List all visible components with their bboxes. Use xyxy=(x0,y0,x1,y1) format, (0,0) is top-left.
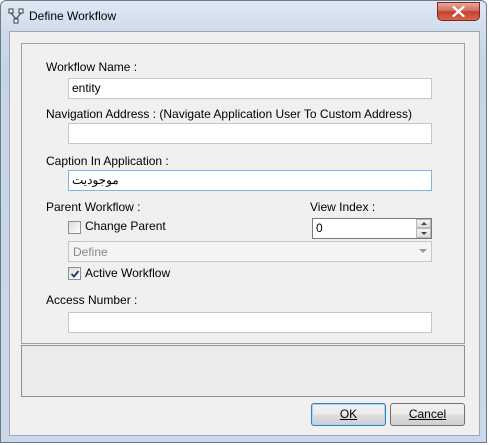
navigation-address-label: Navigation Address : (Navigate Applicati… xyxy=(46,107,412,121)
view-index-spinner[interactable]: 0 xyxy=(312,218,432,239)
change-parent-label[interactable]: Change Parent xyxy=(85,219,166,233)
close-button[interactable] xyxy=(437,2,480,21)
form-panel: Workflow Name : entity Navigation Addres… xyxy=(21,43,465,344)
arrow-up-icon xyxy=(421,222,427,225)
active-workflow-label[interactable]: Active Workflow xyxy=(85,266,170,280)
change-parent-checkbox[interactable] xyxy=(68,221,81,234)
close-icon xyxy=(452,6,465,17)
ok-button[interactable]: OK xyxy=(311,403,386,426)
caption-label: Caption In Application : xyxy=(46,154,169,168)
dialog-client-area: Workflow Name : entity Navigation Addres… xyxy=(9,31,480,436)
define-workflow-dialog: Define Workflow Workflow Name : entity N… xyxy=(0,0,487,443)
caption-input[interactable]: موجودیت xyxy=(68,170,432,191)
window-title: Define Workflow xyxy=(29,9,117,23)
workflow-name-input[interactable]: entity xyxy=(68,78,432,99)
access-number-label: Access Number : xyxy=(46,293,138,307)
spinner-buttons xyxy=(416,219,431,238)
parent-workflow-select[interactable]: Define xyxy=(68,241,432,262)
checkmark-icon xyxy=(70,270,80,278)
view-index-label: View Index : xyxy=(310,200,376,214)
chevron-down-icon xyxy=(419,249,427,253)
arrow-down-icon xyxy=(421,232,427,235)
cancel-button[interactable]: Cancel xyxy=(390,403,465,426)
navigation-address-input[interactable] xyxy=(68,123,432,144)
title-bar[interactable]: Define Workflow xyxy=(1,1,486,31)
workflow-icon xyxy=(8,8,24,24)
footer-panel xyxy=(21,345,465,397)
access-number-input[interactable] xyxy=(68,312,432,333)
spin-down-button[interactable] xyxy=(416,228,431,238)
active-workflow-checkbox[interactable] xyxy=(68,267,81,280)
workflow-name-label: Workflow Name : xyxy=(46,60,138,74)
parent-workflow-label: Parent Workflow : xyxy=(46,200,141,214)
spin-up-button[interactable] xyxy=(416,219,431,228)
parent-workflow-select-value: Define xyxy=(73,245,108,259)
view-index-value: 0 xyxy=(316,221,323,235)
